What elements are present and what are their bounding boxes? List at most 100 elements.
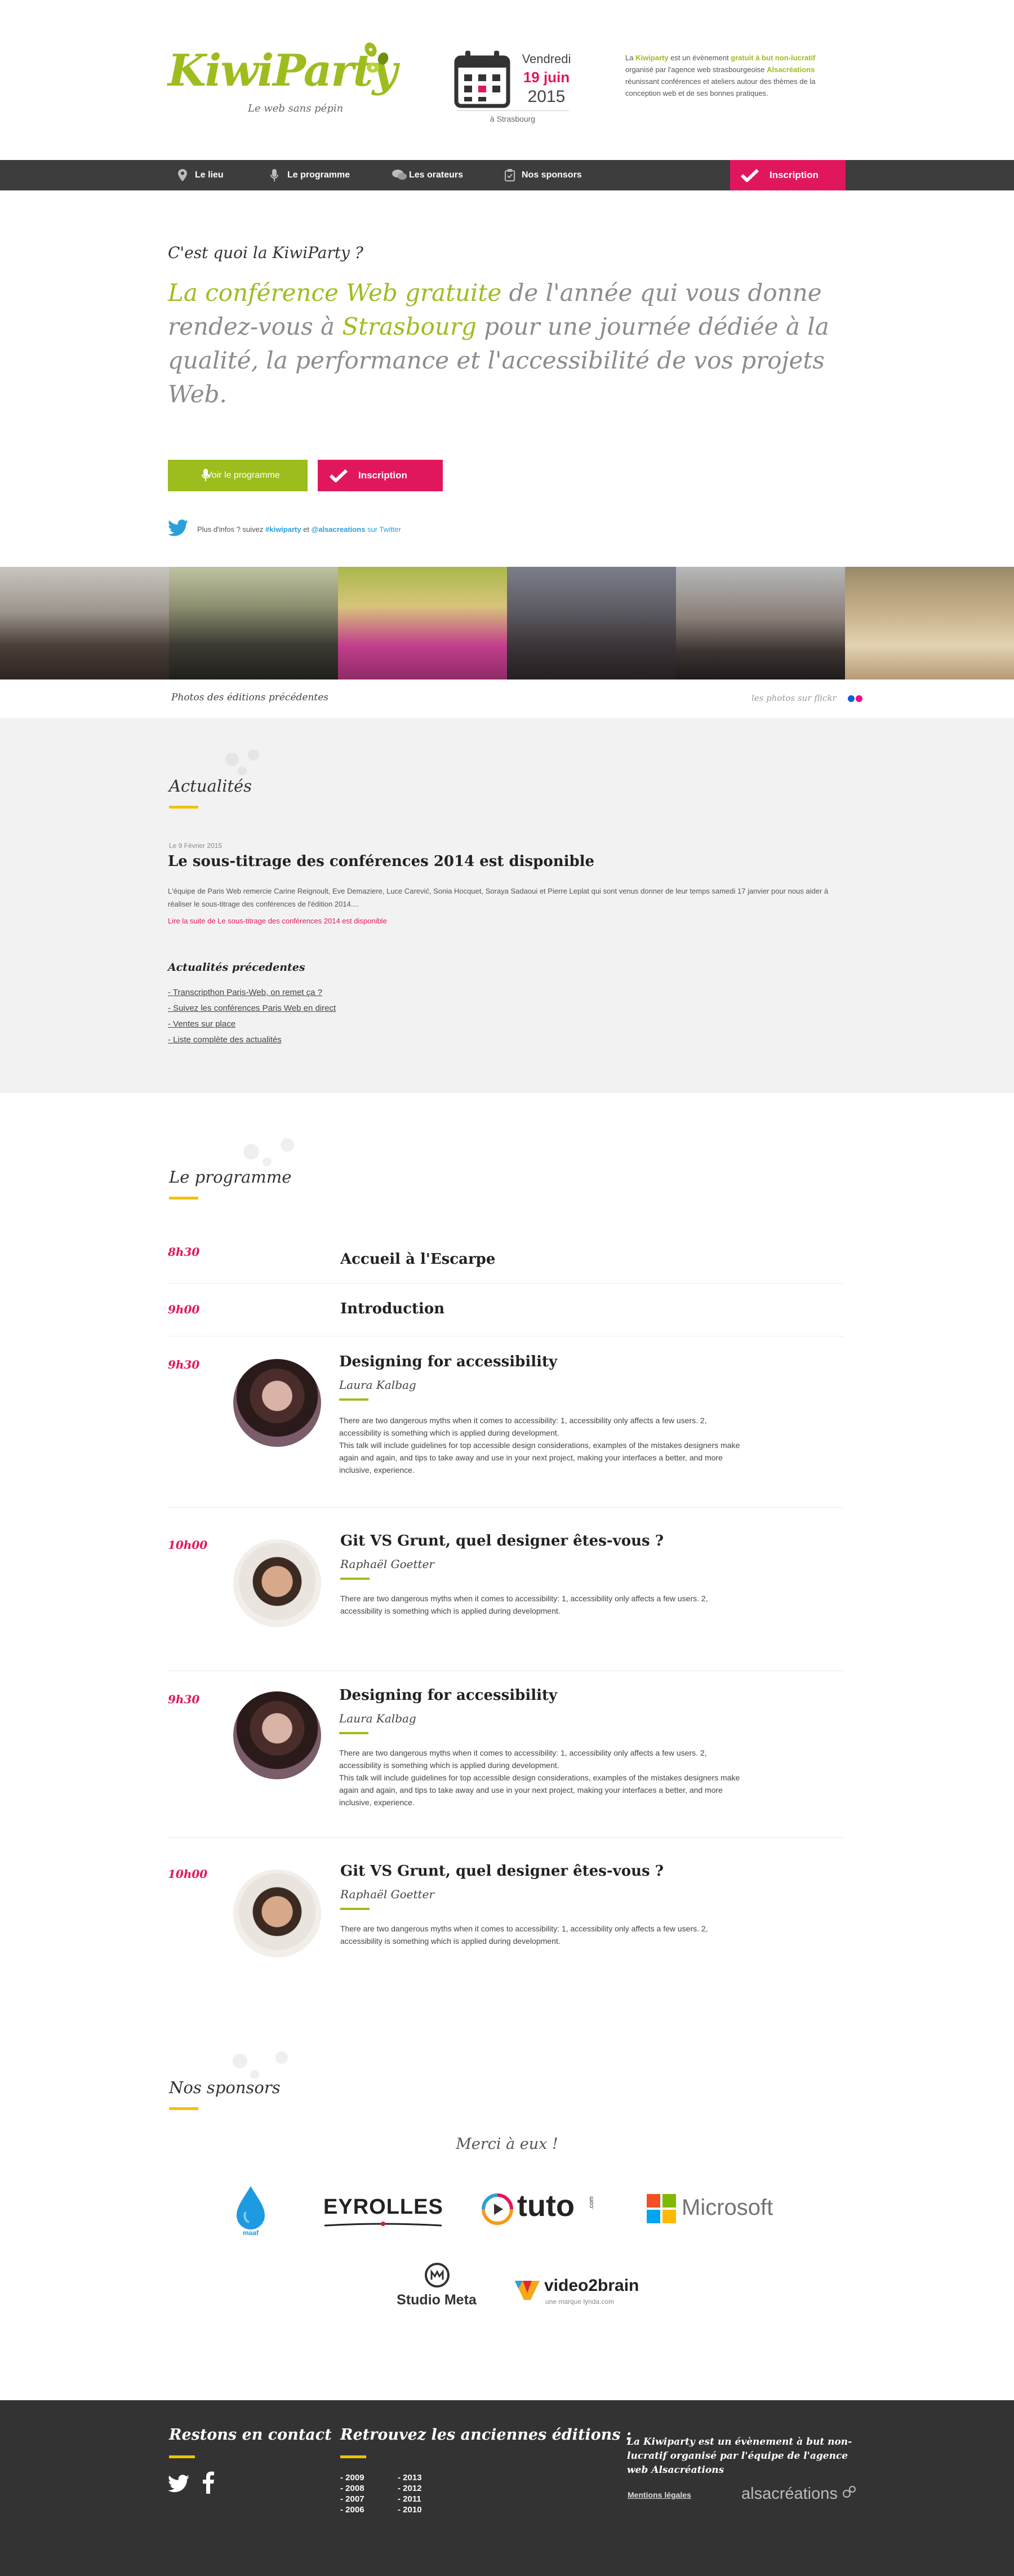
twitter-text: et — [301, 525, 312, 534]
flickr-link[interactable]: les photos sur flickr — [751, 693, 863, 703]
facebook-icon[interactable] — [203, 2471, 214, 2494]
hashtag-link[interactable]: #kiwiparty — [265, 525, 301, 534]
event-photo[interactable] — [0, 567, 169, 679]
view-programme-button[interactable]: Voir le programme — [168, 460, 308, 491]
account-link[interactable]: @alsacreations — [312, 525, 366, 534]
talk-title[interactable]: Git VS Grunt, quel designer êtes-vous ? — [340, 1533, 664, 1549]
eyrolles-swoosh-icon — [324, 2222, 442, 2227]
edition-link[interactable]: - 2008 — [340, 2483, 364, 2494]
news-date: Le 9 Février 2015 — [169, 842, 223, 850]
edition-link[interactable]: - 2006 — [340, 2504, 364, 2515]
slot-time: 10h00 — [168, 1538, 208, 1552]
talk-description-text: There are two dangerous myths when it co… — [340, 1924, 708, 1946]
talk-description-text: There are two dangerous myths when it co… — [339, 1748, 707, 1770]
edition-link[interactable]: - 2012 — [398, 2483, 422, 2494]
talk-description-text: There are two dangerous myths when it co… — [340, 1594, 708, 1615]
speaker-underline — [340, 1908, 370, 1910]
all-news-link[interactable]: - Liste complète des actualités — [168, 1032, 336, 1048]
title-underline — [169, 806, 198, 809]
edition-link[interactable]: - 2010 — [398, 2504, 422, 2515]
slot-title: Accueil à l'Escarpe — [340, 1251, 496, 1268]
sponsor-name: Studio Meta — [397, 2292, 477, 2308]
sponsor-eyrolles[interactable]: EYROLLES — [323, 2195, 443, 2229]
talk-speaker[interactable]: Raphaël Goetter — [340, 1557, 434, 1571]
kiwi-leaves-icon — [364, 42, 389, 73]
nav-item-orateurs[interactable]: Les orateurs — [392, 160, 463, 190]
event-photo[interactable] — [169, 567, 338, 679]
talk-description-text: There are two dangerous myths when it co… — [339, 1416, 707, 1437]
event-photo[interactable] — [507, 567, 676, 679]
sponsor-studio-meta[interactable]: Studio Meta — [394, 2263, 479, 2313]
slot-time: 10h00 — [168, 1867, 208, 1881]
previous-news-link[interactable]: - Suivez les conférences Paris Web en di… — [168, 1001, 336, 1016]
previous-news-link[interactable]: - Transcripthon Paris-Web, on remet ça ? — [168, 985, 336, 1001]
sponsor-maaf[interactable]: maaf — [225, 2184, 276, 2240]
location-pin-icon — [178, 169, 187, 181]
talk-slot: 10h00 Git VS Grunt, quel designer êtes-v… — [168, 1838, 844, 1973]
speaker-underline — [339, 1398, 368, 1401]
twitter-follow: Plus d'infos ? suivez #kiwiparty et @als… — [197, 525, 401, 534]
edition-link[interactable]: - 2009 — [340, 2472, 364, 2483]
news-read-more-link[interactable]: Lire la suite de Le sous-titrage des con… — [168, 917, 387, 925]
sponsor-name: tuto — [517, 2189, 575, 2223]
edition-link[interactable]: - 2007 — [340, 2494, 364, 2504]
sponsor-domain: .com — [588, 2196, 595, 2210]
speaker-avatar[interactable] — [233, 1869, 321, 1957]
talk-speaker[interactable]: Raphaël Goetter — [340, 1887, 434, 1901]
event-photo[interactable] — [338, 567, 507, 679]
sponsor-tuto[interactable]: tuto .com — [481, 2188, 599, 2228]
talk-slot: 9h30 Designing for accessibility Laura K… — [168, 1671, 844, 1838]
alsacreations-bubbles-icon — [842, 2486, 856, 2498]
event-photo[interactable] — [676, 567, 845, 679]
intro-agency-link[interactable]: Alsacréations — [767, 65, 815, 74]
view-programme-label: Voir le programme — [206, 470, 280, 480]
speaker-avatar[interactable] — [233, 1691, 321, 1779]
alsacreations-logo[interactable]: alsacréations — [741, 2485, 857, 2503]
sponsor-microsoft[interactable]: Microsoft — [647, 2193, 788, 2224]
twitter-icon[interactable] — [168, 2475, 189, 2493]
clipboard-icon — [505, 169, 515, 181]
intro-text: est un évènement — [668, 54, 731, 62]
talk-description-text: This talk will include guidelines for to… — [339, 1773, 740, 1807]
speaker-avatar[interactable] — [233, 1359, 321, 1447]
nav-item-programme[interactable]: Le programme — [270, 160, 350, 190]
legal-notice-link[interactable]: Mentions légales — [628, 2490, 691, 2499]
news-body: L'équipe de Paris Web remercie Carine Re… — [168, 887, 829, 908]
talk-speaker[interactable]: Laura Kalbag — [339, 1378, 416, 1392]
nav-register-button[interactable]: Inscription — [730, 160, 846, 190]
edition-link[interactable]: - 2011 — [398, 2494, 422, 2504]
talk-speaker[interactable]: Laura Kalbag — [339, 1712, 416, 1725]
register-button[interactable]: Inscription — [318, 460, 443, 491]
talk-description: There are two dangerous myths when it co… — [339, 1414, 745, 1476]
intro-text: réunissant conférences et ateliers autou… — [625, 77, 816, 97]
nav-item-lieu[interactable]: Le lieu — [178, 160, 224, 190]
slot-time: 9h30 — [168, 1693, 200, 1706]
edition-link[interactable]: - 2013 — [398, 2472, 422, 2483]
talk-title[interactable]: Designing for accessibility — [339, 1687, 557, 1704]
hero-city: Strasbourg — [342, 313, 477, 340]
talk-title[interactable]: Git VS Grunt, quel designer êtes-vous ? — [340, 1863, 664, 1880]
news-headline[interactable]: Le sous-titrage des conférences 2014 est… — [168, 853, 594, 870]
sponsor-name: video2brain — [544, 2276, 639, 2295]
talk-description: There are two dangerous myths when it co… — [339, 1747, 745, 1809]
decorative-dots-icon — [243, 1138, 294, 1166]
studio-meta-logo-icon — [425, 2263, 450, 2288]
talk-slot: 10h00 Git VS Grunt, quel designer êtes-v… — [168, 1508, 844, 1671]
speaker-avatar[interactable] — [233, 1539, 321, 1627]
programme-title: Le programme — [169, 1167, 292, 1187]
past-editions-list: - 2013 - 2012 - 2011 - 2010 — [398, 2472, 422, 2515]
previous-news-link[interactable]: - Ventes sur place — [168, 1016, 336, 1032]
checkmark-icon — [329, 469, 348, 482]
main-nav: Le lieu Le programme Les orateurs Nos sp… — [0, 160, 1014, 190]
site-header: KiwiParty Le web sans pépin Vendredi 19 … — [0, 0, 1014, 160]
alsacreations-wordmark: alsacréations — [741, 2485, 838, 2503]
checkmark-icon — [740, 168, 759, 182]
event-date: Vendredi 19 juin 2015 — [518, 52, 575, 106]
header-intro: La Kiwiparty est un évènement gratuit à … — [625, 52, 828, 99]
sponsor-video2brain[interactable]: video2brain une marque lynda.com — [514, 2276, 639, 2310]
sponsors-thanks: Merci à eux ! — [456, 2135, 558, 2153]
talk-title[interactable]: Designing for accessibility — [339, 1353, 557, 1370]
event-photo[interactable] — [845, 567, 1014, 679]
twitter-bird-icon[interactable] — [168, 519, 188, 536]
nav-item-sponsors[interactable]: Nos sponsors — [505, 160, 582, 190]
